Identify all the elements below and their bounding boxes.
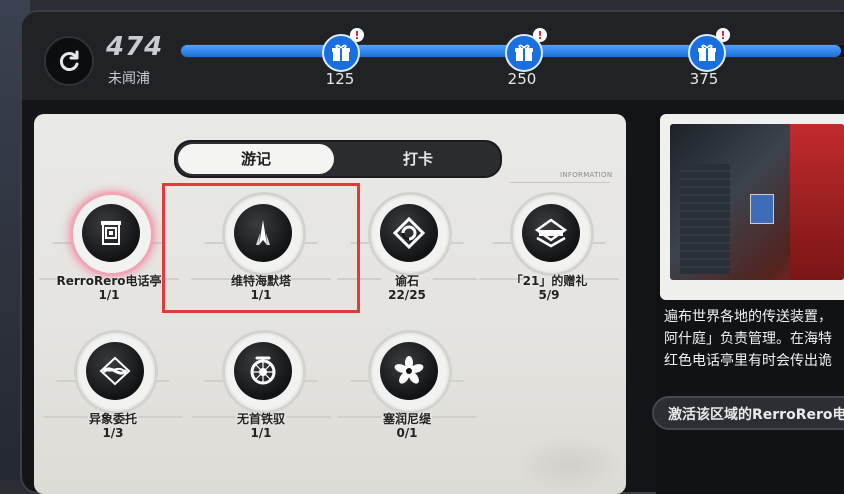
badge-disc	[86, 342, 144, 400]
badge-name: 塞润尼缇	[382, 412, 431, 426]
milestone-label-2: 250	[507, 70, 537, 88]
badge-disc	[522, 204, 580, 262]
badge-name: 谕石	[394, 274, 419, 288]
badge-count: 5/9	[538, 288, 560, 302]
badge-count: 1/1	[98, 288, 120, 302]
badge-name: 「21」的赠礼	[510, 274, 588, 288]
milestone-label-1: 125	[325, 70, 355, 88]
badge-disc	[82, 204, 140, 262]
milestone-label-3: 375	[689, 70, 719, 88]
divider	[510, 182, 610, 183]
alert-badge: !	[350, 28, 364, 42]
alert-badge: !	[716, 28, 730, 42]
red-phone-booth	[790, 124, 844, 280]
refresh-button[interactable]	[44, 36, 94, 86]
oracle-stone-icon	[393, 217, 425, 249]
badge-anomaly-commission[interactable]: 异象委托 1/3	[43, 330, 183, 470]
flower-icon	[394, 356, 424, 384]
information-tag: INFORMATION	[560, 171, 613, 179]
badge-count: 0/1	[396, 426, 418, 440]
badge-phone-booth[interactable]: RerroRero电话亭 1/1	[39, 192, 179, 332]
activate-button[interactable]: 激活该区域的RerroRero电	[652, 396, 844, 430]
milestone-reward-3[interactable]: !	[688, 28, 730, 72]
badge-name: RerroRero电话亭	[56, 274, 162, 288]
badge-oracle-stone[interactable]: 谕石 22/25	[337, 192, 477, 332]
badge-count: 1/1	[250, 426, 272, 440]
badge-name: 异象委托	[88, 412, 137, 426]
location-preview-image	[670, 124, 844, 280]
gift-icon	[698, 44, 716, 61]
badge-serenity[interactable]: 塞润尼缇 0/1	[337, 330, 477, 470]
location-description: 遍布世界各地的传送装置， 阿什庭」负责管理。在海特 红色电话亭里有时会传出诡	[664, 309, 832, 369]
tab-bar: 游记 打卡	[174, 140, 502, 178]
badge-count: 22/25	[388, 288, 426, 302]
shutter-door	[680, 164, 730, 274]
badge-21-gift[interactable]: 「21」的赠礼 5/9	[479, 192, 619, 332]
anomaly-commission-icon	[99, 356, 131, 386]
badge-count: 1/3	[102, 426, 124, 440]
gift-icon	[332, 44, 350, 61]
points-value: 474	[106, 32, 164, 62]
badge-disc	[380, 342, 438, 400]
alert-badge: !	[533, 28, 547, 42]
headless-rider-icon	[250, 356, 276, 385]
gift-emblem-icon	[534, 218, 568, 248]
tab-travelogue[interactable]: 游记	[178, 144, 334, 174]
phone-booth-icon	[101, 221, 121, 245]
selection-highlight	[162, 183, 360, 313]
badge-headless-rider[interactable]: 无首铁驭 1/1	[191, 330, 331, 470]
badge-disc	[380, 204, 438, 262]
refresh-icon	[59, 50, 79, 71]
poster	[750, 194, 774, 224]
gift-icon	[515, 44, 533, 61]
milestone-reward-1[interactable]: !	[322, 28, 364, 72]
badge-name: 无首铁驭	[236, 412, 285, 426]
milestone-reward-2[interactable]: !	[505, 28, 547, 72]
badge-disc	[234, 342, 292, 400]
tab-check-in[interactable]: 打卡	[342, 142, 494, 176]
area-name: 未闻浦	[108, 71, 150, 87]
